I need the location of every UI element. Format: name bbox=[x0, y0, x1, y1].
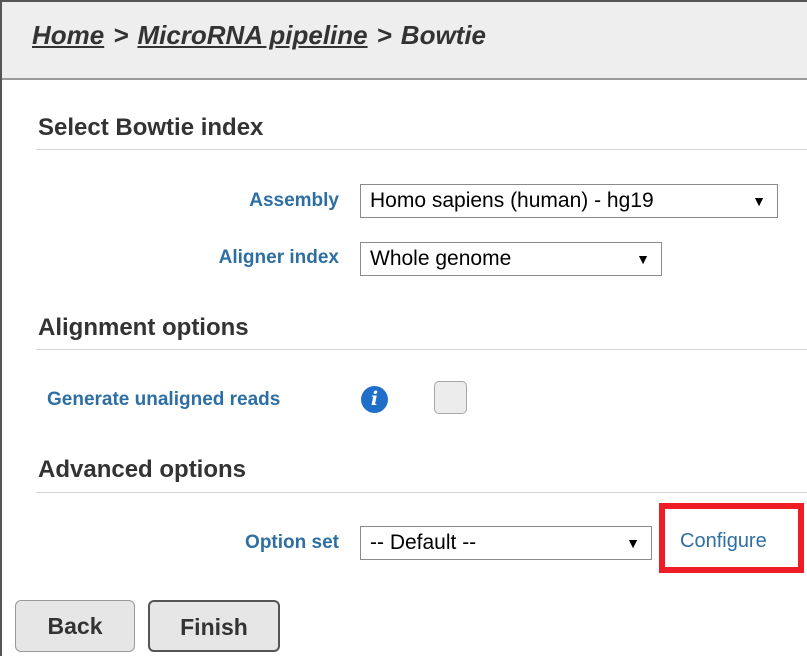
breadcrumb-home-link[interactable]: Home bbox=[32, 20, 104, 50]
chevron-down-icon: ▼ bbox=[752, 193, 766, 209]
info-icon[interactable]: i bbox=[361, 386, 388, 413]
section-title-advanced-options: Advanced options bbox=[38, 456, 247, 483]
assembly-select[interactable]: Homo sapiens (human) - hg19 ▼ bbox=[360, 184, 778, 218]
aligner-index-label: Aligner index bbox=[218, 247, 339, 268]
aligner-index-select-value: Whole genome bbox=[370, 247, 512, 270]
chevron-down-icon: ▼ bbox=[626, 535, 640, 551]
breadcrumb-separator: > bbox=[376, 20, 392, 50]
section-divider bbox=[36, 149, 807, 150]
generate-unaligned-reads-checkbox[interactable] bbox=[434, 381, 467, 414]
assembly-label: Assembly bbox=[249, 190, 339, 211]
configure-link[interactable]: Configure bbox=[680, 530, 767, 553]
breadcrumb-separator: > bbox=[113, 20, 129, 50]
page-header: Home > MicroRNA pipeline > Bowtie bbox=[2, 0, 807, 80]
option-set-select[interactable]: -- Default -- ▼ bbox=[360, 526, 652, 560]
assembly-select-value: Homo sapiens (human) - hg19 bbox=[370, 189, 654, 212]
breadcrumb: Home > MicroRNA pipeline > Bowtie bbox=[32, 20, 486, 51]
aligner-index-select[interactable]: Whole genome ▼ bbox=[360, 242, 662, 276]
section-divider bbox=[36, 492, 807, 493]
section-title-alignment-options: Alignment options bbox=[38, 314, 249, 341]
option-set-label: Option set bbox=[245, 532, 339, 553]
section-title-select-bowtie-index: Select Bowtie index bbox=[38, 114, 264, 141]
chevron-down-icon: ▼ bbox=[636, 251, 650, 267]
finish-button[interactable]: Finish bbox=[148, 600, 280, 652]
back-button[interactable]: Back bbox=[15, 600, 135, 652]
breadcrumb-current: Bowtie bbox=[400, 20, 487, 50]
option-set-select-value: -- Default -- bbox=[370, 531, 477, 554]
breadcrumb-microrna-pipeline-link[interactable]: MicroRNA pipeline bbox=[137, 20, 367, 50]
generate-unaligned-reads-label: Generate unaligned reads bbox=[47, 389, 281, 410]
section-divider bbox=[36, 349, 807, 350]
